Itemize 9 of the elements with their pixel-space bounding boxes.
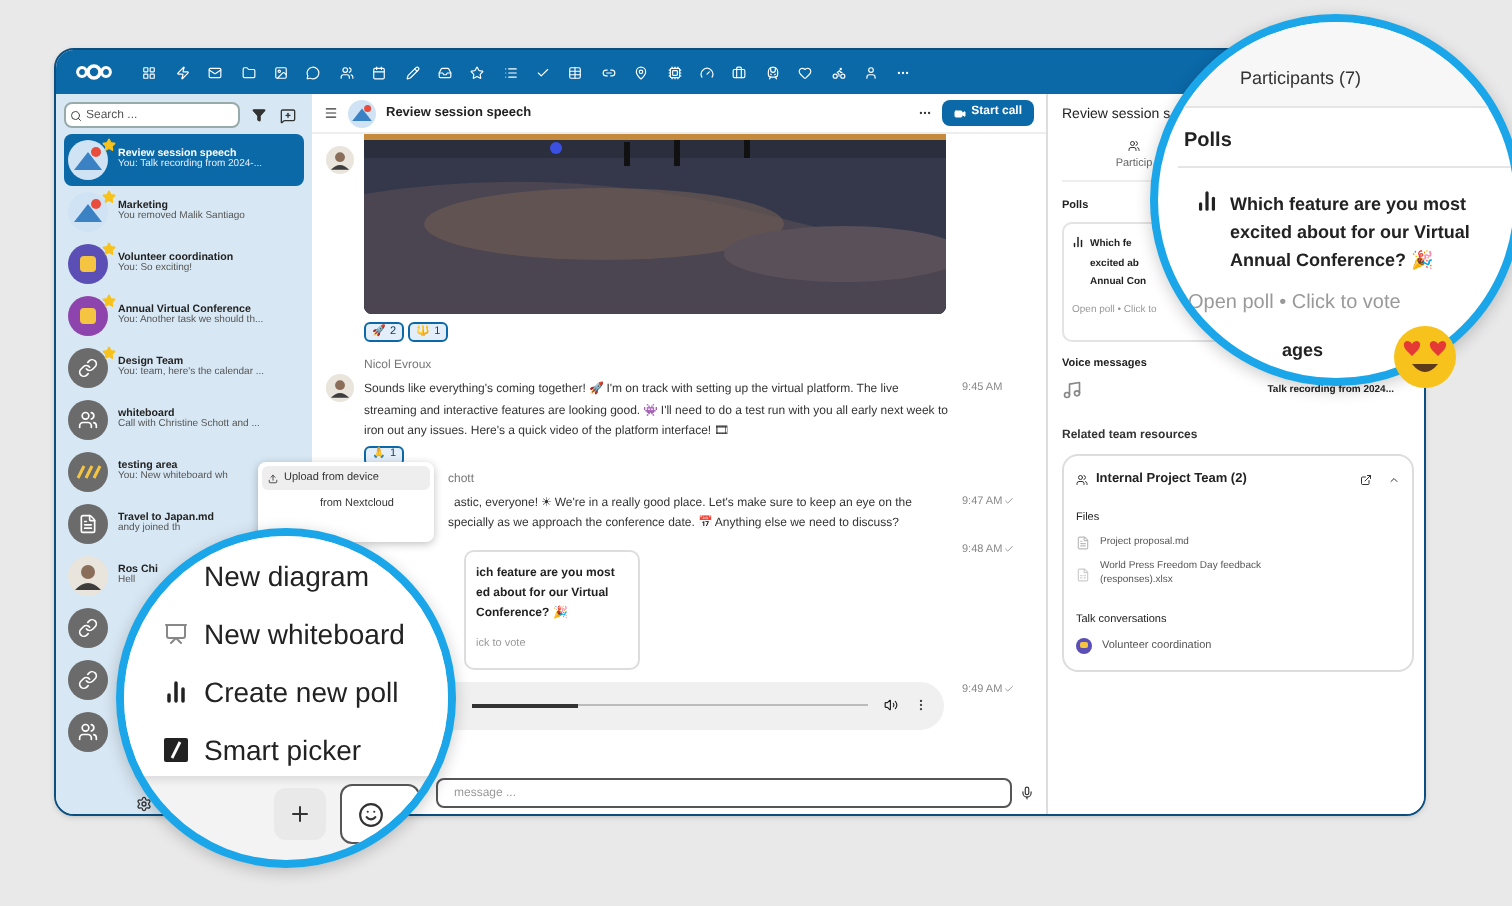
poll-question: Which feature are you most excited about for our Virtual Annual Conference? 🎉 (1230, 192, 1472, 274)
menu-item[interactable]: New whiteboard (164, 618, 409, 650)
poll-footer: Open poll • Click to vote (1188, 288, 1401, 318)
section-heading: ages (1282, 338, 1324, 364)
participants-tab[interactable]: Participants (7) (1240, 66, 1362, 93)
menu-item[interactable]: Create new poll (164, 676, 403, 708)
section-heading: Polls (1184, 128, 1232, 156)
menu-item[interactable]: New diagram (204, 560, 373, 592)
menu-item[interactable]: Smart picker (164, 734, 366, 766)
